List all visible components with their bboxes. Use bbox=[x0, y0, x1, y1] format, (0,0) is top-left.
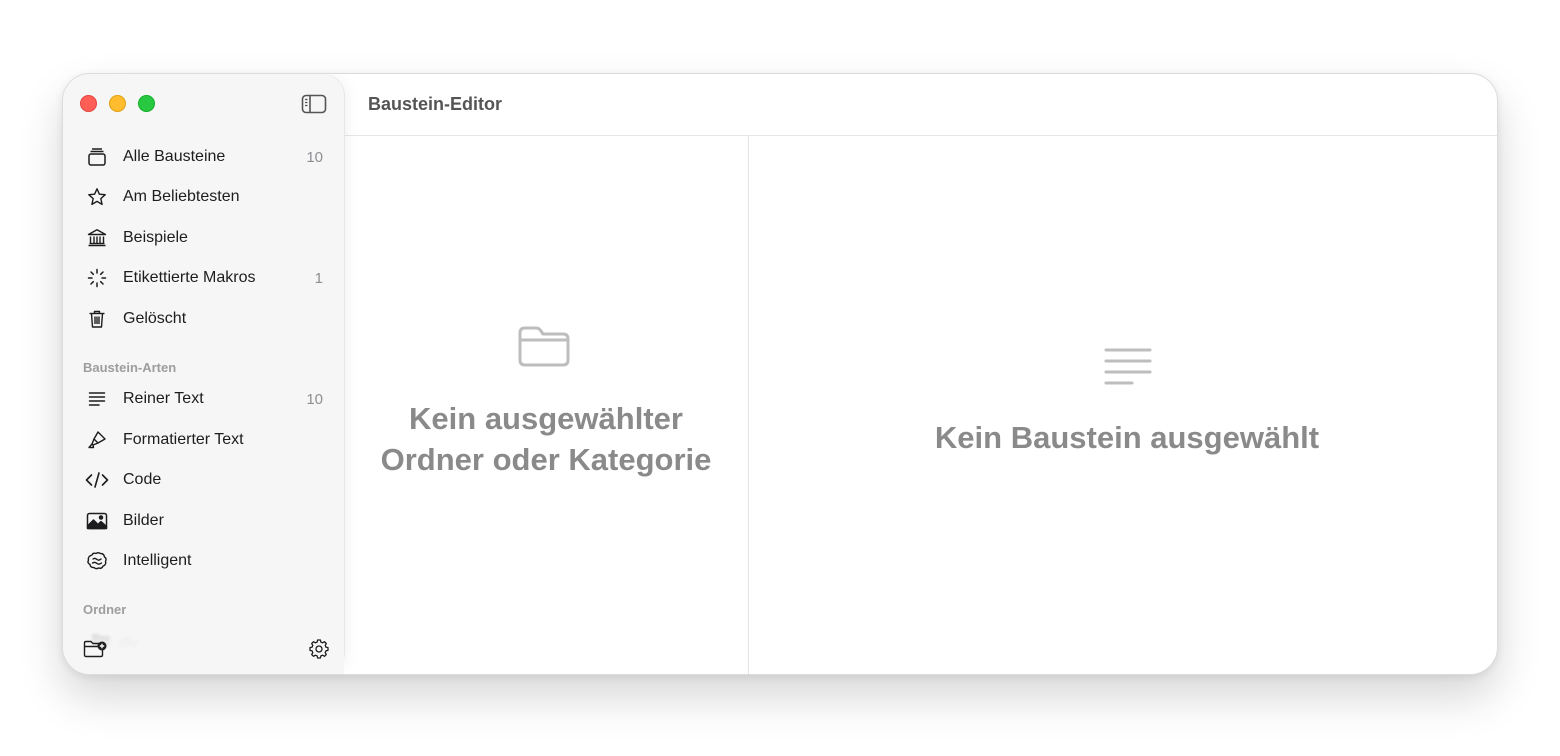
sidebar-item-beispiele[interactable]: Beispiele bbox=[85, 222, 327, 254]
new-folder-icon[interactable] bbox=[83, 638, 109, 660]
sidebar-item-intelligent[interactable]: Intelligent bbox=[85, 545, 327, 577]
building-columns-icon bbox=[85, 226, 109, 250]
sidebar-item-label: Reiner Text bbox=[123, 390, 204, 407]
section-heading-baustein-arten: Baustein-Arten bbox=[83, 360, 177, 375]
editor-pane: Kein Baustein ausgewählt bbox=[749, 136, 1497, 674]
text-lines-icon bbox=[1103, 346, 1153, 395]
sidebar-item-label: Etikettierte Makros bbox=[123, 269, 256, 286]
item-count: 10 bbox=[306, 390, 323, 408]
sidebar-item-label: Gelöscht bbox=[123, 310, 187, 327]
close-button[interactable] bbox=[80, 95, 97, 112]
star-icon bbox=[85, 185, 109, 209]
sidebar-item-geloescht[interactable]: Gelöscht bbox=[85, 303, 327, 335]
sidebar-item-label: Formatierter Text bbox=[123, 431, 244, 448]
gear-icon[interactable] bbox=[309, 639, 329, 659]
sidebar-item-label: Alle Bausteine bbox=[123, 148, 226, 165]
sparkle-burst-icon bbox=[85, 266, 109, 290]
sidebar-item-reiner-text[interactable]: Reiner Text 10 bbox=[85, 383, 327, 415]
sidebar-item-label: Bilder bbox=[123, 512, 164, 529]
empty-list-message-line2: Ordner oder Kategorie bbox=[380, 442, 712, 477]
sidebar-item-formatierter-text[interactable]: Formatierter Text bbox=[85, 424, 327, 456]
sidebar-item-etikettierte-makros[interactable]: Etikettierte Makros 1 bbox=[85, 262, 327, 294]
sidebar-toggle-icon[interactable] bbox=[301, 94, 327, 114]
sidebar-item-label: Intelligent bbox=[123, 552, 192, 569]
tray-stack-icon bbox=[85, 145, 109, 169]
folder-icon bbox=[517, 324, 571, 373]
code-brackets-icon bbox=[85, 468, 109, 492]
sidebar-item-alle-bausteine[interactable]: Alle Bausteine 10 bbox=[85, 141, 327, 173]
brain-icon bbox=[85, 549, 109, 573]
sidebar-item-am-beliebtesten[interactable]: Am Beliebtesten bbox=[85, 181, 327, 213]
item-count: 10 bbox=[306, 148, 323, 166]
toolbar: Baustein-Editor bbox=[344, 74, 1497, 136]
empty-editor-message: Kein Baustein ausgewählt bbox=[934, 420, 1320, 455]
sidebar-item-label: Am Beliebtesten bbox=[123, 188, 240, 205]
sidebar-item-label: Beispiele bbox=[123, 229, 188, 246]
app-window: Baustein-Editor Kein ausgewählter Ordner… bbox=[62, 73, 1498, 675]
section-heading-ordner: Ordner bbox=[83, 602, 127, 617]
snippet-list-pane: Kein ausgewählter Ordner oder Kategorie bbox=[344, 136, 748, 674]
sidebar: Alle Bausteine 10 Am Beliebtesten Beispi… bbox=[63, 74, 344, 674]
sidebar-item-code[interactable]: Code bbox=[85, 464, 327, 496]
text-lines-icon bbox=[85, 387, 109, 411]
photo-icon bbox=[85, 509, 109, 533]
highlighter-icon bbox=[85, 428, 109, 452]
empty-list-message-line1: Kein ausgewählter bbox=[409, 401, 683, 436]
empty-list-message: Kein ausgewählter Ordner oder Kategorie bbox=[344, 398, 748, 480]
sidebar-item-bilder[interactable]: Bilder bbox=[85, 505, 327, 537]
sidebar-item-label: Code bbox=[123, 471, 162, 488]
window-title: Baustein-Editor bbox=[368, 94, 503, 114]
trash-icon bbox=[85, 307, 109, 331]
zoom-button[interactable] bbox=[138, 95, 155, 112]
minimize-button[interactable] bbox=[109, 95, 126, 112]
item-count: 1 bbox=[314, 269, 323, 287]
